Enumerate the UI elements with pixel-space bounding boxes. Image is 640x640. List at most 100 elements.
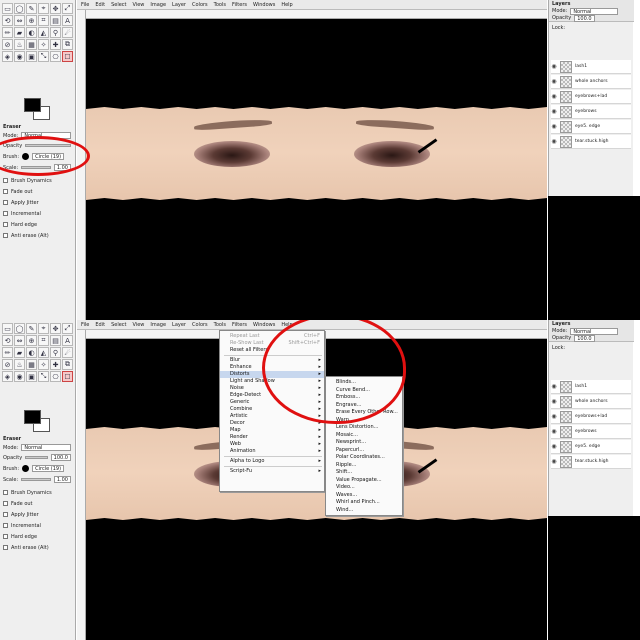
tool-button[interactable]: ☄	[62, 27, 73, 38]
tool-button[interactable]: ◈	[2, 51, 13, 62]
tool-button[interactable]: ⊘	[2, 359, 13, 370]
tool-button[interactable]: ▣	[26, 51, 37, 62]
checkbox[interactable]	[3, 501, 8, 506]
tool-button[interactable]: ⊕	[26, 335, 37, 346]
tool-button[interactable]: ⟲	[2, 15, 13, 26]
tool-button[interactable]: ☐	[62, 51, 73, 62]
menu-view[interactable]: View	[133, 2, 145, 8]
tool-button[interactable]: ⌗	[38, 15, 49, 26]
layer-row[interactable]: ◉ eyebrows	[551, 105, 631, 119]
option-checkbox-row[interactable]: Brush Dynamics	[3, 488, 71, 497]
checkbox[interactable]	[3, 534, 8, 539]
tool-button[interactable]: ⌗	[38, 335, 49, 346]
tool-button[interactable]: ✏	[2, 347, 13, 358]
visibility-eye-icon[interactable]: ◉	[551, 138, 557, 145]
layer-row[interactable]: ◉ lash1	[551, 380, 631, 394]
filters-menu-item[interactable]: Script-Fu ▸	[220, 468, 324, 475]
visibility-eye-icon[interactable]: ◉	[551, 443, 557, 450]
scale-value[interactable]: 1.00	[53, 476, 71, 483]
menu-windows[interactable]: Windows	[253, 2, 275, 8]
menu-windows[interactable]: Windows	[253, 322, 275, 328]
menu-view[interactable]: View	[133, 322, 145, 328]
tool-button[interactable]: ✥	[50, 323, 61, 334]
checkbox[interactable]	[3, 490, 8, 495]
foreground-color[interactable]	[24, 410, 41, 424]
tool-button[interactable]: ♨	[14, 359, 25, 370]
tool-button[interactable]: ◈	[2, 371, 13, 382]
image-canvas[interactable]	[86, 19, 547, 320]
tool-button[interactable]: ◐	[26, 347, 37, 358]
menu-layer[interactable]: Layer	[172, 322, 186, 328]
checkbox[interactable]	[3, 200, 8, 205]
tool-button[interactable]: ⎔	[50, 371, 61, 382]
tool-button[interactable]: ◯	[14, 323, 25, 334]
distorts-menu-item[interactable]: Newsprint...	[326, 439, 402, 446]
opacity-value[interactable]: 100.0	[50, 454, 71, 461]
tool-button[interactable]: ✚	[50, 39, 61, 50]
visibility-eye-icon[interactable]: ◉	[551, 413, 557, 420]
option-checkbox-row[interactable]: Anti erase (Alt)	[3, 231, 71, 240]
brush-preview-icon[interactable]	[22, 465, 30, 472]
tool-button[interactable]: ▰	[14, 27, 25, 38]
tool-button[interactable]: ✎	[26, 323, 37, 334]
menu-image[interactable]: Image	[150, 2, 166, 8]
filters-menu-item[interactable]: Alpha to Logo ▸	[220, 458, 324, 465]
tool-button[interactable]: ⇔	[14, 15, 25, 26]
filters-menu-item[interactable]: Map ▸	[220, 427, 324, 434]
vertical-ruler[interactable]	[77, 330, 86, 640]
distorts-menu-item[interactable]: Lens Distortion...	[326, 424, 402, 431]
tool-button[interactable]: ⤢	[62, 3, 73, 14]
option-checkbox-row[interactable]: Fade out	[3, 187, 71, 196]
visibility-eye-icon[interactable]: ◉	[551, 428, 557, 435]
menu-colors[interactable]: Colors	[192, 322, 208, 328]
distorts-menu-item[interactable]: Shift...	[326, 469, 402, 476]
tool-button[interactable]: ⊘	[2, 39, 13, 50]
visibility-eye-icon[interactable]: ◉	[551, 458, 557, 465]
foreground-color[interactable]	[24, 98, 41, 112]
tool-button[interactable]: ⌖	[38, 3, 49, 14]
tool-button[interactable]: ✥	[50, 3, 61, 14]
checkbox[interactable]	[3, 512, 8, 517]
checkbox[interactable]	[3, 189, 8, 194]
tool-button[interactable]: ⌖	[38, 323, 49, 334]
option-checkbox-row[interactable]: Apply Jitter	[3, 198, 71, 207]
menu-select[interactable]: Select	[111, 322, 126, 328]
tool-button[interactable]: A	[62, 15, 73, 26]
distorts-menu-item[interactable]: Whirl and Pinch...	[326, 499, 402, 506]
tool-button[interactable]: ✚	[50, 359, 61, 370]
tool-button[interactable]: ♨	[14, 39, 25, 50]
layers-opacity-value[interactable]: 100.0	[574, 335, 595, 342]
option-checkbox-row[interactable]: Incremental	[3, 521, 71, 530]
menu-file[interactable]: File	[81, 322, 89, 328]
filters-menu-item[interactable]: Web ▸	[220, 441, 324, 448]
tool-button[interactable]: ⟲	[2, 335, 13, 346]
option-checkbox-row[interactable]: Hard edge	[3, 220, 71, 229]
checkbox[interactable]	[3, 233, 8, 238]
tool-button[interactable]: ⊕	[26, 15, 37, 26]
distorts-menu-item[interactable]: Waves...	[326, 492, 402, 499]
filters-menu-item[interactable]: Render ▸	[220, 434, 324, 441]
distorts-menu-item[interactable]: Papercurl...	[326, 447, 402, 454]
color-swatches[interactable]	[24, 410, 50, 432]
opacity-slider[interactable]	[25, 456, 48, 459]
tool-button[interactable]: ⎔	[50, 51, 61, 62]
layer-row[interactable]: ◉ eyebrows+lad	[551, 410, 631, 424]
option-checkbox-row[interactable]: Hard edge	[3, 532, 71, 541]
option-checkbox-row[interactable]: Incremental	[3, 209, 71, 218]
menu-edit[interactable]: Edit	[95, 2, 105, 8]
layers-mode-select[interactable]: Normal	[570, 8, 619, 15]
option-checkbox-row[interactable]: Brush Dynamics	[3, 176, 71, 185]
option-checkbox-row[interactable]: Fade out	[3, 499, 71, 508]
tool-button[interactable]: ✎	[26, 3, 37, 14]
tool-button[interactable]: ▰	[14, 347, 25, 358]
tool-button[interactable]: ⧉	[62, 359, 73, 370]
tool-button[interactable]: ◯	[14, 3, 25, 14]
distorts-menu-item[interactable]: Value Propagate...	[326, 477, 402, 484]
menu-tools[interactable]: Tools	[214, 2, 226, 8]
tool-button[interactable]: ☄	[62, 347, 73, 358]
visibility-eye-icon[interactable]: ◉	[551, 108, 557, 115]
layer-row[interactable]: ◉ lash1	[551, 60, 631, 74]
distorts-menu-item[interactable]: Polar Coordinates...	[326, 454, 402, 461]
tool-button[interactable]: ✧	[38, 359, 49, 370]
tool-button[interactable]: ◉	[14, 371, 25, 382]
